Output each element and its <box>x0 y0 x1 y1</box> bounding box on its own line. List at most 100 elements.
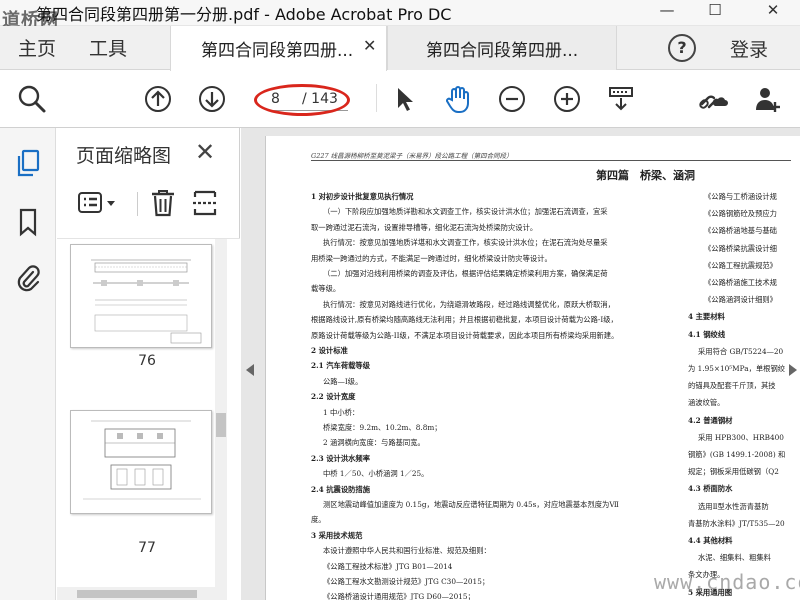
document-tab-inactive[interactable]: 第四合同段第四册... <box>387 26 617 70</box>
page-thumbnail[interactable] <box>70 410 212 514</box>
document-text-line: 《公路钢筋砼及预应力 <box>704 209 777 219</box>
window-title: 第四合同段第四册第一分册.pdf - Adobe Acrobat Pro DC <box>36 5 452 24</box>
document-text-line: 4.1 钢绞线 <box>688 329 726 339</box>
share-link-icon[interactable] <box>697 83 729 115</box>
header-rule <box>311 160 791 161</box>
maximize-button[interactable]: ☐ <box>700 0 730 22</box>
thumbnail-page-number: 76 <box>138 353 156 369</box>
document-view[interactable]: G227 线昌源杨柳桥至莫泥梁子（米易界）段公路工程（第四合同段） 第四篇 桥梁… <box>241 128 800 600</box>
panel-toolbar-divider <box>137 192 138 216</box>
document-text-line: 《公路桥涵施工技术规 <box>704 278 777 287</box>
document-text-line: 测区地震动峰值加速度为 0.15g，地震动反应谱特征周期为 0.45s，对应地震… <box>323 500 619 509</box>
document-text-line: 度。 <box>311 515 326 525</box>
panel-title: 页面缩略图 <box>76 145 172 167</box>
add-user-icon[interactable] <box>752 83 784 115</box>
document-text-line: 《公路工程水文勘测设计规范》JTG C30—2015； <box>323 577 490 586</box>
search-icon[interactable] <box>16 83 48 115</box>
zoom-out-icon[interactable] <box>496 83 528 115</box>
previous-page-icon[interactable] <box>142 83 174 115</box>
document-text-line: 原路设计荷载等级为公路-II级，不满足本项目设计荷载要求，因此本项目所有桥梁均采… <box>311 330 619 340</box>
attachments-icon[interactable] <box>13 262 43 294</box>
document-text-line: 桥梁宽度：9.2m、10.2m、8.8m； <box>323 423 442 432</box>
thumbnail-horizontal-scrollbar[interactable] <box>57 587 227 600</box>
tab-bar: 主页 工具 第四合同段第四册... ✕ 第四合同段第四册... ? 登录 <box>0 26 800 71</box>
part-heading: 第四篇 桥梁、涵洞 <box>596 169 695 182</box>
document-text-line: 《公路桥涵设计通用规范》JTG D60—2015； <box>323 592 475 600</box>
document-text-line: 4 主要材料 <box>688 312 725 322</box>
document-text-line: 4.3 桥面防水 <box>688 484 733 494</box>
hand-tool-icon[interactable] <box>442 83 474 115</box>
document-text-line: 2.3 设计洪水频率 <box>311 453 371 463</box>
document-text-line: 2 设计标准 <box>311 346 348 355</box>
document-tab-active[interactable]: 第四合同段第四册... ✕ <box>170 26 387 71</box>
thumbnail-page-number: 77 <box>138 540 156 556</box>
document-text-line: 公路—Ⅰ级。 <box>323 376 363 386</box>
next-page-icon[interactable] <box>196 83 228 115</box>
thumbnail-vertical-scrollbar[interactable] <box>215 239 227 600</box>
page-running-header: G227 线昌源杨柳桥至莫泥梁子（米易界）段公路工程（第四合同段） <box>311 152 513 160</box>
document-tab-label: 第四合同段第四册... <box>426 41 579 61</box>
toolbar-divider <box>376 84 377 112</box>
document-text-line: 为 1.95×10⁵MPa，单根钢绞 <box>688 364 786 373</box>
document-text-line: 选用Ⅱ型水性沥青基防 <box>698 501 769 511</box>
bookmarks-icon[interactable] <box>13 206 43 238</box>
page-thumbnail[interactable] <box>70 244 212 348</box>
select-cursor-icon[interactable] <box>388 83 420 115</box>
page-number-highlight-circle <box>254 84 350 116</box>
document-text-line: 本设计遵照中华人民共和国行业标准、规范及细则： <box>323 546 491 556</box>
document-text-line: 《公路桥涵地基与基础 <box>704 226 777 236</box>
document-text-line: 执行情况：按意见对路线进行优化，为绕避滑坡路段，经过路线调整优化，原跃大桥取消， <box>323 299 615 309</box>
document-text-line: 执行情况：按意见加强地质详堪和水文调查工作，核实设计洪水位；在泥石流沟处尽量采 <box>323 238 608 248</box>
document-text-line: 《公路涵洞设计细则》 <box>704 295 777 305</box>
document-text-line: 钢筋》(GB 1499.1-2008) 和 <box>688 450 786 459</box>
thumbnail-options-icon[interactable] <box>77 188 121 218</box>
document-text-line: 的锚具及配套千斤顶，其技 <box>688 381 776 391</box>
document-text-line: 青基防水涂料》JT/T535—20 <box>688 518 785 528</box>
thumbnails-panel: 页面缩略图 ✕ 76 77 <box>57 128 240 600</box>
document-text-line: 1 对初步设计批复意见执行情况 <box>311 192 414 201</box>
login-button[interactable]: 登录 <box>730 35 768 62</box>
document-text-line: 2.4 抗震设防措施 <box>311 484 371 494</box>
document-text-line: 《公路桥梁抗震设计细 <box>704 243 777 253</box>
help-icon[interactable]: ? <box>668 34 696 62</box>
page-display-icon[interactable] <box>605 83 637 115</box>
document-text-line: 用桥梁一跨通过的方式，不能满足一跨通过时，细化桥梁设计防灾等设计。 <box>311 253 552 263</box>
document-text-line: 4.2 普通钢材 <box>688 415 733 425</box>
collapse-left-arrow-icon[interactable] <box>246 364 254 376</box>
pdf-page: G227 线昌源杨柳桥至莫泥梁子（米易界）段公路工程（第四合同段） 第四篇 桥梁… <box>265 136 800 600</box>
close-tab-icon[interactable]: ✕ <box>363 36 376 55</box>
page-thumbnails-icon[interactable] <box>13 148 43 180</box>
document-tab-label: 第四合同段第四册... <box>201 41 354 61</box>
document-text-line: 涵波纹管。 <box>688 398 725 408</box>
document-text-line: 采用 HPB300、HRB400 <box>698 432 784 442</box>
document-text-line: 载等级。 <box>311 284 341 294</box>
site-watermark: www.cndao.com <box>654 570 800 594</box>
document-text-line: 2.1 汽车荷载等级 <box>311 361 371 371</box>
document-text-line: 2.2 设计宽度 <box>311 392 356 402</box>
document-text-line: 规定；钢板采用低碳钢（Q2 <box>688 467 779 477</box>
document-text-line: 1 中小桥： <box>323 407 360 417</box>
expand-right-arrow-icon[interactable] <box>789 364 797 376</box>
document-text-line: 取一跨通过泥石流沟，设置排导槽等，细化泥石流沟处桥梁防灾设计。 <box>311 222 538 232</box>
document-text-line: 《公路工程技术标准》JTG B01—2014 <box>323 561 453 571</box>
document-text-line: （二）加强对沿线利用桥梁的调查及评估，根据评估结果确定桥梁利用方案，确保满足荷 <box>323 269 608 278</box>
title-bar: 道桥网 第四合同段第四册第一分册.pdf - Adobe Acrobat Pro… <box>0 0 800 31</box>
extract-pages-icon[interactable] <box>191 188 219 218</box>
home-tab[interactable]: 主页 <box>18 34 56 61</box>
close-panel-icon[interactable]: ✕ <box>195 138 215 166</box>
navigation-rail <box>0 128 56 600</box>
zoom-in-icon[interactable] <box>551 83 583 115</box>
document-text-line: 水泥、细集料、粗集料 <box>698 553 771 563</box>
delete-page-icon[interactable] <box>149 188 177 218</box>
document-text-line: 《公路工程抗震规范》 <box>704 260 777 270</box>
window-close-button[interactable]: ✕ <box>758 0 788 22</box>
document-text-line: 采用符合 GB/T5224—20 <box>698 346 784 356</box>
document-text-line: 3 采用技术规范 <box>311 530 363 540</box>
thumbnail-list[interactable]: 76 77 <box>57 238 240 600</box>
minimize-button[interactable]: — <box>652 0 682 22</box>
main-toolbar: 8 / 143 <box>0 71 800 128</box>
document-text-line: 中桥 1／50、小桥涵洞 1／25。 <box>323 469 429 479</box>
document-text-line: 《公路与工桥涵设计规 <box>704 192 777 201</box>
document-text-line: （一）下阶段应加强地质详勘和水文调查工作，核实设计洪水位；加强泥石流调查，宜采 <box>323 207 608 217</box>
tools-tab[interactable]: 工具 <box>89 34 127 61</box>
